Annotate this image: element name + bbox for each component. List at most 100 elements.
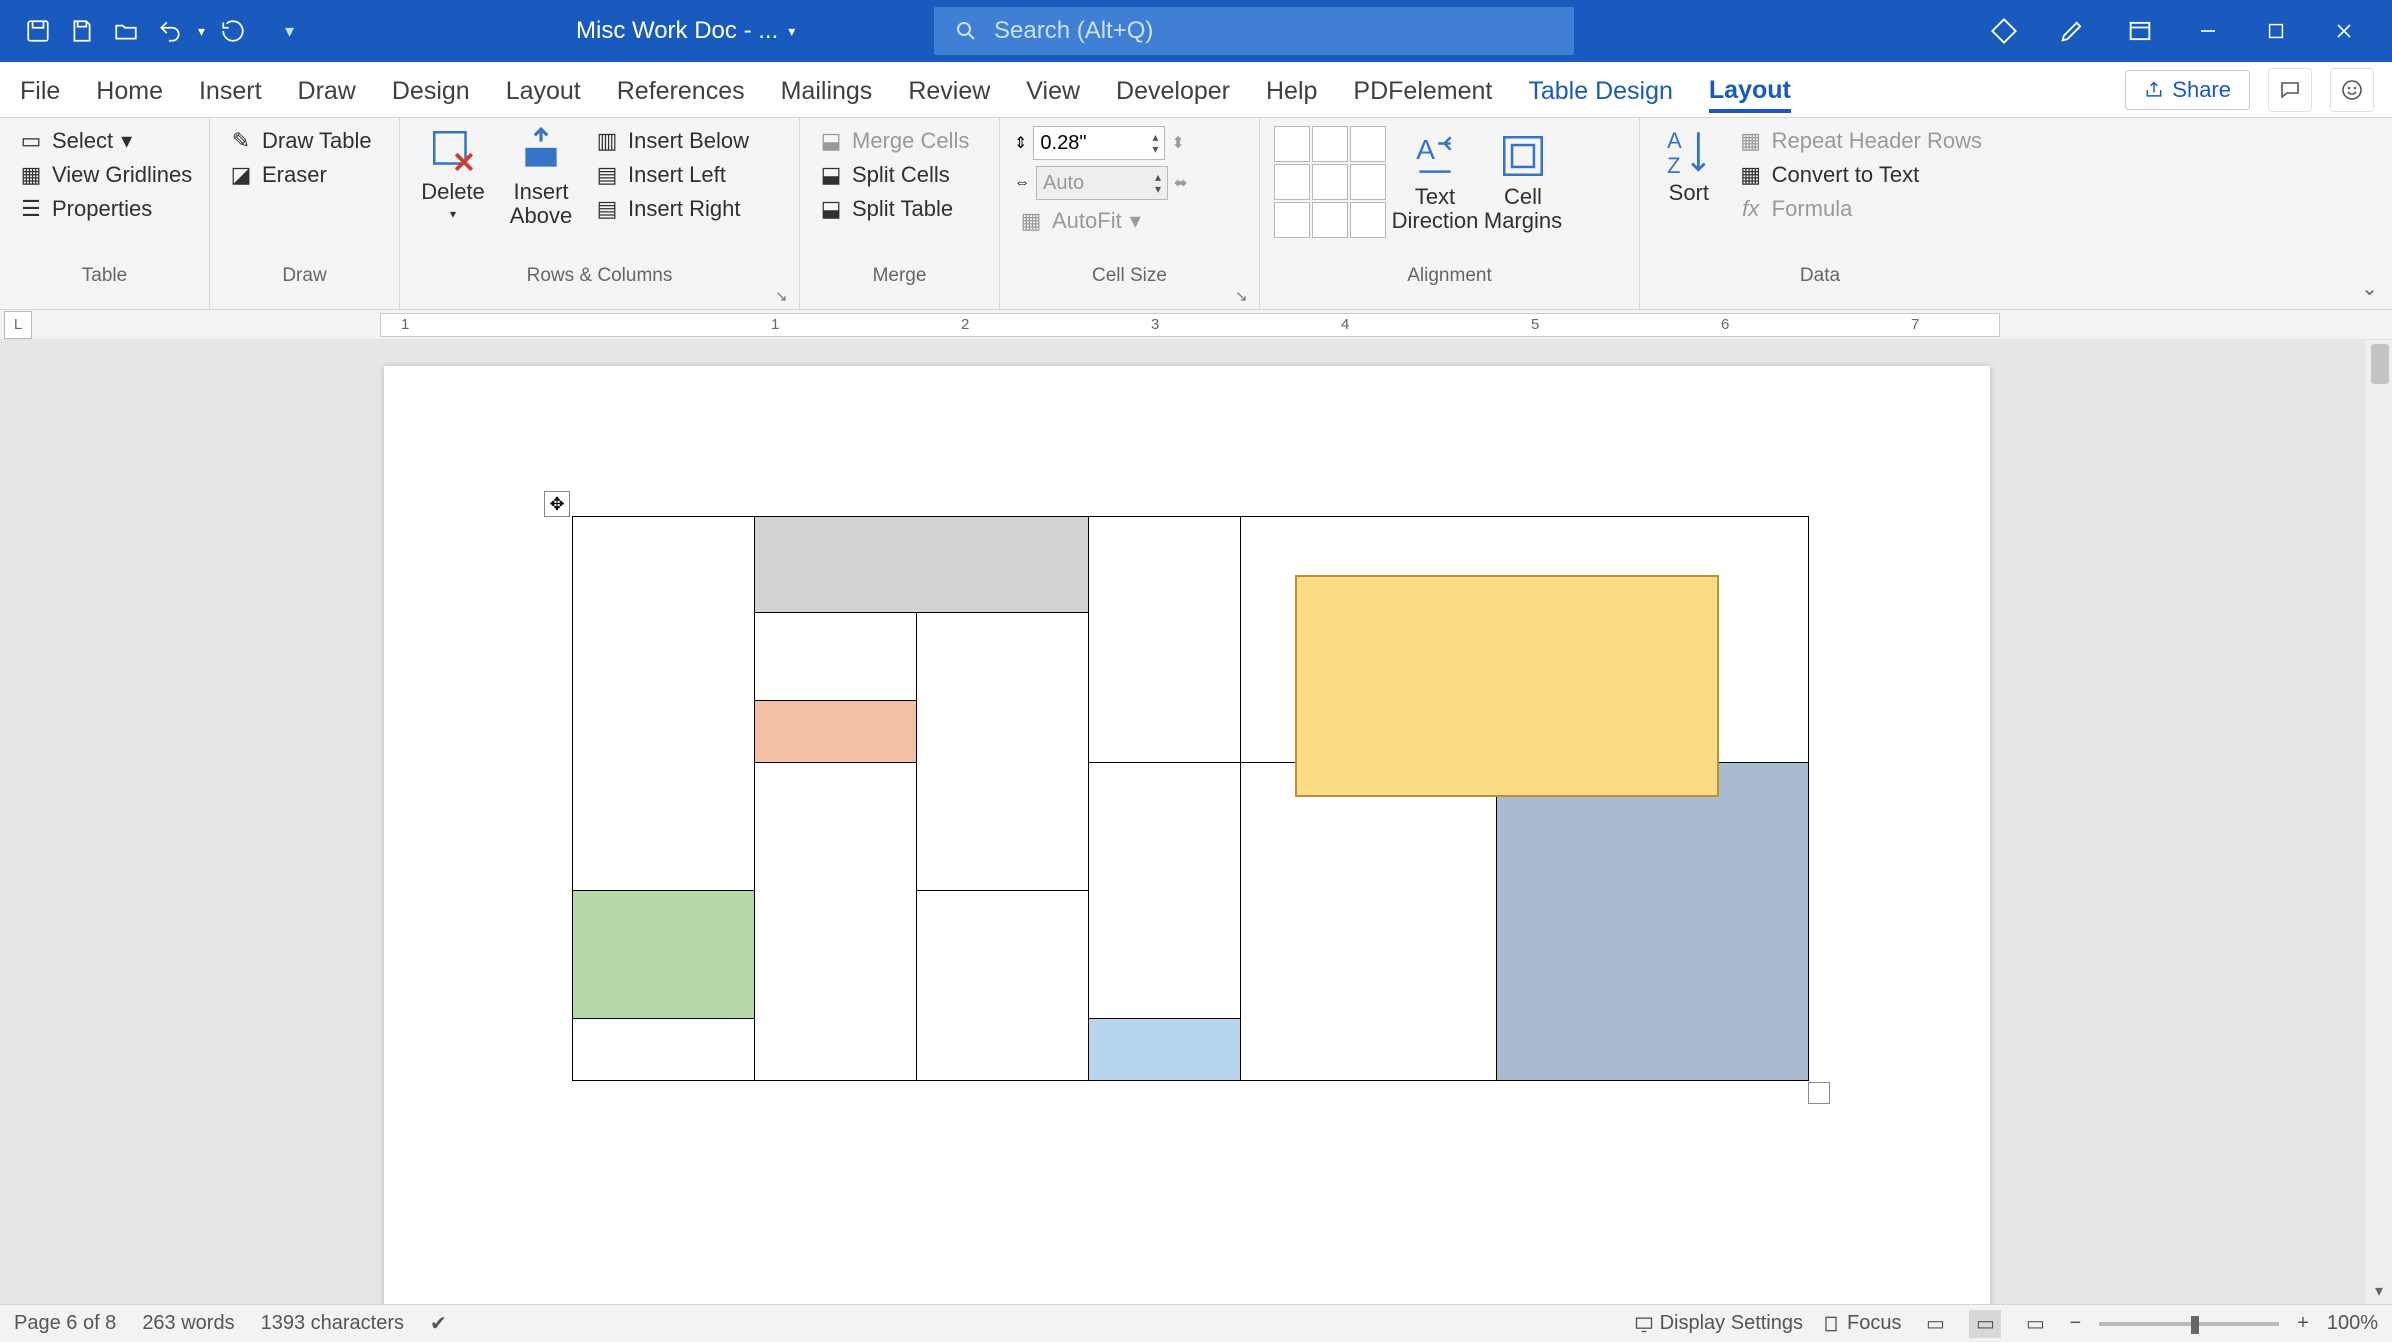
undo-icon[interactable] [154, 15, 186, 47]
window-icon[interactable] [2120, 11, 2160, 51]
table-cell[interactable] [917, 891, 1089, 1081]
row-height-spinner[interactable]: ▴▾ [1152, 131, 1158, 155]
properties-button[interactable]: ☰Properties [14, 194, 196, 224]
table-cell[interactable] [1497, 763, 1809, 1081]
view-gridlines-button[interactable]: ▦View Gridlines [14, 160, 196, 190]
tab-file[interactable]: File [20, 67, 60, 112]
align-middle-right[interactable] [1350, 164, 1386, 200]
focus-button[interactable]: Focus [1821, 1312, 1901, 1335]
tab-pdfelement[interactable]: PDFelement [1353, 67, 1492, 112]
tab-selector[interactable]: L [4, 311, 32, 339]
pen-icon[interactable] [2052, 11, 2092, 51]
document-table[interactable] [572, 516, 1809, 1081]
table-cell[interactable] [755, 701, 917, 763]
undo-dropdown-icon[interactable]: ▾ [198, 23, 205, 40]
print-layout-button[interactable]: ▭ [1969, 1310, 2001, 1338]
zoom-slider[interactable] [2099, 1322, 2279, 1326]
insert-above-button[interactable]: Insert Above [502, 126, 580, 228]
align-top-right[interactable] [1350, 126, 1386, 162]
tab-references[interactable]: References [617, 67, 745, 112]
table-cell[interactable] [1089, 517, 1241, 763]
cell-margins-button[interactable]: Cell Margins [1484, 131, 1562, 233]
table-resize-handle[interactable] [1808, 1082, 1830, 1104]
insert-left-button[interactable]: ▤Insert Left [590, 160, 753, 190]
autofit-button[interactable]: ▦AutoFit ▾ [1014, 206, 1187, 236]
align-bottom-center[interactable] [1312, 202, 1348, 238]
yellow-shape[interactable] [1295, 575, 1719, 797]
open-icon[interactable] [110, 15, 142, 47]
scroll-thumb[interactable] [2371, 344, 2389, 384]
table-cell[interactable] [917, 613, 1089, 891]
table-cell[interactable] [573, 517, 755, 891]
table-cell[interactable] [1089, 1019, 1241, 1081]
qat-customize-icon[interactable]: ▾ [285, 21, 294, 42]
horizontal-ruler[interactable]: 1 1 2 3 4 5 6 7 [380, 313, 2000, 337]
draw-table-button[interactable]: ✎Draw Table [224, 126, 376, 156]
text-direction-button[interactable]: A Text Direction [1396, 131, 1474, 233]
table-cell[interactable] [573, 891, 755, 1019]
tab-insert[interactable]: Insert [199, 67, 262, 112]
table-cell[interactable] [755, 763, 917, 1081]
word-count[interactable]: 263 words [142, 1312, 234, 1335]
collapse-ribbon-button[interactable]: ⌄ [2361, 276, 2378, 301]
merge-cells-button[interactable]: ⬓Merge Cells [814, 126, 973, 156]
save-icon[interactable] [66, 15, 98, 47]
tab-draw[interactable]: Draw [298, 67, 356, 112]
select-button[interactable]: ▭Select ▾ [14, 126, 196, 156]
scroll-down-button[interactable]: ▾ [2366, 1278, 2392, 1304]
insert-right-button[interactable]: ▤Insert Right [590, 194, 753, 224]
zoom-level[interactable]: 100% [2327, 1312, 2378, 1335]
sort-button[interactable]: AZ Sort [1654, 126, 1724, 206]
vertical-scrollbar[interactable]: ▴ ▾ [2366, 340, 2392, 1304]
spellcheck-icon[interactable]: ✔ [430, 1311, 447, 1336]
close-button[interactable] [2324, 11, 2364, 51]
tab-mailings[interactable]: Mailings [781, 67, 873, 112]
tab-layout[interactable]: Layout [506, 67, 581, 112]
page[interactable]: ✥ [384, 366, 1990, 1304]
tab-developer[interactable]: Developer [1116, 67, 1230, 112]
align-bottom-left[interactable] [1274, 202, 1310, 238]
align-top-left[interactable] [1274, 126, 1310, 162]
tab-help[interactable]: Help [1266, 67, 1317, 112]
insert-below-button[interactable]: ▥Insert Below [590, 126, 753, 156]
tab-table-design[interactable]: Table Design [1528, 67, 1673, 112]
tab-design[interactable]: Design [392, 67, 470, 112]
document-title-dropdown-icon[interactable]: ▾ [788, 23, 795, 40]
table-cell[interactable] [1089, 763, 1241, 1019]
align-middle-left[interactable] [1274, 164, 1310, 200]
zoom-out-button[interactable]: − [2069, 1312, 2081, 1335]
split-table-button[interactable]: ⬓Split Table [814, 194, 973, 224]
maximize-button[interactable] [2256, 11, 2296, 51]
tab-review[interactable]: Review [908, 67, 990, 112]
web-layout-button[interactable]: ▭ [2019, 1310, 2051, 1338]
read-mode-button[interactable]: ▭ [1919, 1310, 1951, 1338]
comments-button[interactable] [2268, 68, 2312, 112]
convert-to-text-button[interactable]: ▦Convert to Text [1734, 160, 1986, 190]
table-move-handle[interactable]: ✥ [544, 491, 570, 517]
tab-view[interactable]: View [1026, 67, 1080, 112]
split-cells-button[interactable]: ⬓Split Cells [814, 160, 973, 190]
eraser-button[interactable]: ◪Eraser [224, 160, 376, 190]
minimize-button[interactable] [2188, 11, 2228, 51]
delete-button[interactable]: Delete ▾ [414, 126, 492, 221]
distribute-columns-icon[interactable]: ⬌ [1174, 173, 1187, 193]
row-height-field[interactable] [1040, 132, 1110, 155]
repeat-header-rows-button[interactable]: ▦Repeat Header Rows [1734, 126, 1986, 156]
char-count[interactable]: 1393 characters [261, 1312, 404, 1335]
tab-home[interactable]: Home [96, 67, 163, 112]
table-cell[interactable] [1241, 517, 1809, 763]
dialog-launcher-rows-columns[interactable]: ↘ [775, 287, 793, 305]
align-middle-center[interactable] [1312, 164, 1348, 200]
dialog-launcher-cell-size[interactable]: ↘ [1235, 287, 1253, 305]
table-cell[interactable] [1241, 763, 1497, 1081]
diamond-icon[interactable] [1984, 11, 2024, 51]
search-box[interactable]: Search (Alt+Q) [934, 7, 1574, 55]
feedback-button[interactable] [2330, 68, 2374, 112]
column-width-input[interactable]: ▴▾ [1036, 166, 1168, 200]
display-settings-button[interactable]: Display Settings [1634, 1312, 1803, 1335]
formula-button[interactable]: fxFormula [1734, 194, 1986, 224]
autosave-icon[interactable] [22, 15, 54, 47]
tab-table-layout[interactable]: Layout [1709, 66, 1791, 113]
zoom-in-button[interactable]: + [2297, 1312, 2309, 1335]
table-cell[interactable] [573, 1019, 755, 1081]
